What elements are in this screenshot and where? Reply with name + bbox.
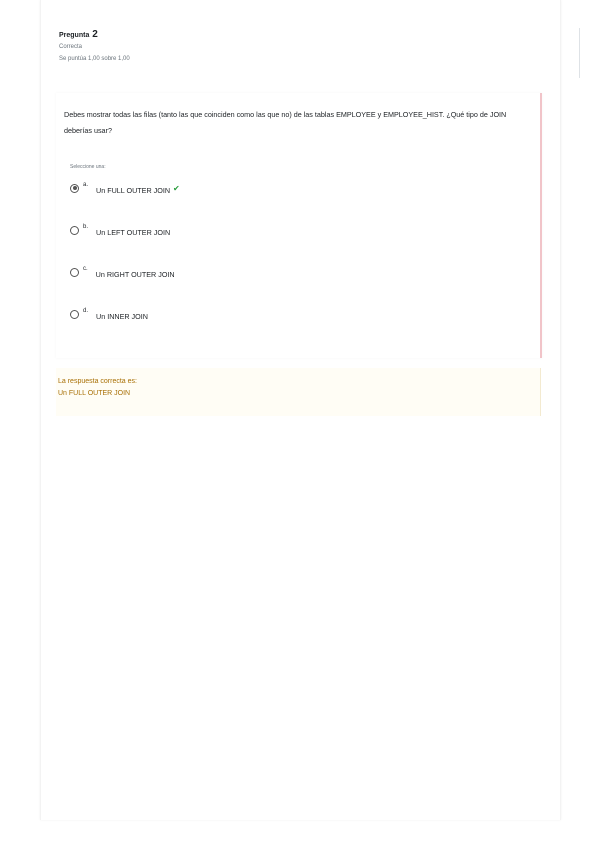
right-answer-value: Un FULL OUTER JOIN — [58, 390, 131, 397]
radio-button-d[interactable] — [70, 309, 79, 319]
option-text-b[interactable]: Un LEFT OUTER JOIN — [96, 228, 170, 237]
option-text-a[interactable]: Un FULL OUTER JOIN — [96, 186, 170, 195]
radio-button-b[interactable] — [70, 225, 79, 235]
feedback-panel: La respuesta correcta es: Un FULL OUTER … — [56, 368, 541, 416]
option-text-d[interactable]: Un INNER JOIN — [96, 312, 148, 321]
option-letter-b: b. — [83, 224, 89, 230]
question-state: Correcta — [59, 44, 83, 50]
question-info: Pregunta 2 Correcta Se puntúa 1,00 sobre… — [59, 30, 579, 65]
question-number-value: 2 — [92, 29, 98, 40]
answer-option-c[interactable]: c. Un RIGHT OUTER JOIN — [70, 265, 175, 279]
correct-check-icon: ✔ — [173, 183, 180, 193]
option-text-c[interactable]: Un RIGHT OUTER JOIN — [96, 270, 175, 279]
info-divider — [579, 28, 580, 78]
answer-option-b[interactable]: b. Un LEFT OUTER JOIN — [70, 223, 170, 237]
option-letter-d: d. — [83, 308, 89, 314]
question-grade: Se puntúa 1,00 sobre 1,00 — [59, 56, 130, 62]
radio-button-c[interactable] — [70, 267, 79, 277]
answer-option-d[interactable]: d. Un INNER JOIN — [70, 307, 148, 321]
answer-prompt: Seleccione una: — [70, 164, 106, 170]
answer-option-a[interactable]: a. Un FULL OUTER JOIN ✔ — [70, 181, 180, 195]
radio-button-a[interactable] — [70, 183, 79, 193]
question-text: Debes mostrar todas las filas (tanto las… — [64, 110, 507, 135]
option-letter-a: a. — [83, 182, 89, 188]
question-formulation: Debes mostrar todas las filas (tanto las… — [56, 93, 542, 358]
question-label: Pregunta — [59, 32, 90, 39]
question-number: Pregunta 2 — [59, 30, 579, 41]
right-answer-label: La respuesta correcta es: — [58, 378, 137, 385]
option-letter-c: c. — [83, 266, 88, 272]
